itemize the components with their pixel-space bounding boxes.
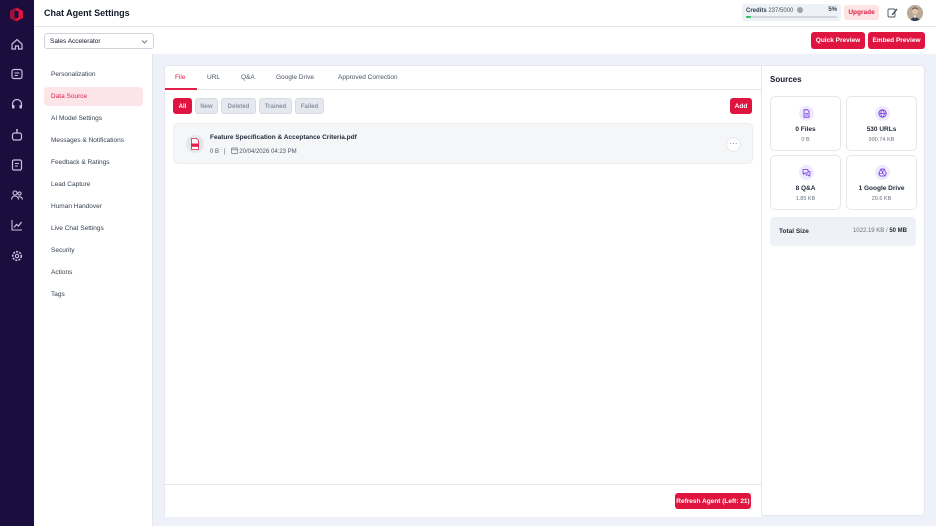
chat-bubbles-icon bbox=[799, 165, 814, 180]
analytics-icon[interactable] bbox=[10, 218, 24, 232]
tab-file[interactable]: File bbox=[175, 74, 185, 81]
source-card-files-size: 0 B bbox=[801, 137, 810, 143]
filter-trained[interactable]: Trained bbox=[259, 98, 292, 114]
nav-item-ai-model-settings[interactable]: AI Model Settings bbox=[44, 109, 143, 128]
credits-value: 237/5000 bbox=[768, 8, 794, 14]
credits-progress-track bbox=[746, 16, 837, 18]
filter-failed[interactable]: Failed bbox=[295, 98, 324, 114]
total-size-used: 1022.19 KB bbox=[852, 228, 885, 234]
filter-all[interactable]: All bbox=[173, 98, 192, 114]
source-card-urls-title: 530 URLs bbox=[866, 126, 897, 133]
pdf-file-icon bbox=[186, 135, 204, 153]
credits-percent: 5% bbox=[828, 7, 837, 13]
nav-item-security[interactable]: Security bbox=[44, 241, 143, 260]
add-source-button[interactable]: Add bbox=[730, 98, 752, 114]
credits-label: Credits bbox=[746, 8, 767, 14]
filter-new[interactable]: New bbox=[195, 98, 218, 114]
credits-meter: Credits 237/5000 5% bbox=[742, 4, 841, 21]
source-card-files: 0 Files 0 B bbox=[770, 96, 841, 151]
agent-select[interactable]: Sales Accelerator bbox=[44, 33, 154, 49]
settings-gear-icon[interactable] bbox=[10, 249, 24, 263]
source-card-google-drive-title: 1 Google Drive bbox=[858, 185, 905, 192]
source-card-files-title: 0 Files bbox=[795, 126, 816, 133]
nav-item-lead-capture[interactable]: Lead Capture bbox=[44, 175, 143, 194]
agent-toolbar: Sales Accelerator Quick Preview Embed Pr… bbox=[34, 27, 936, 54]
quick-preview-button[interactable]: Quick Preview bbox=[811, 32, 865, 49]
tab-approved-correction[interactable]: Approved Correction bbox=[338, 74, 398, 81]
inbox-icon[interactable] bbox=[10, 67, 24, 81]
agent-bot-icon[interactable] bbox=[10, 128, 24, 142]
agent-select-value: Sales Accelerator bbox=[50, 38, 101, 45]
tab-google-drive[interactable]: Google Drive bbox=[276, 74, 314, 81]
nav-item-actions[interactable]: Actions bbox=[44, 263, 143, 282]
users-icon[interactable] bbox=[10, 188, 24, 202]
more-options-icon[interactable]: ··· bbox=[726, 137, 741, 152]
nav-item-human-handover[interactable]: Human Handover bbox=[44, 197, 143, 216]
upgrade-button[interactable]: Upgrade bbox=[844, 5, 879, 20]
source-card-urls: 530 URLs 990.74 KB bbox=[846, 96, 917, 151]
file-list-item[interactable]: Feature Specification & Acceptance Crite… bbox=[173, 123, 753, 164]
data-source-panel: File URL Q&A Google Drive Approved Corre… bbox=[164, 65, 762, 517]
source-card-urls-size: 990.74 KB bbox=[868, 137, 895, 143]
calendar-icon bbox=[230, 147, 238, 154]
source-card-qa-size: 1.85 KB bbox=[795, 196, 816, 202]
nav-item-feedback-ratings[interactable]: Feedback & Ratings bbox=[44, 153, 143, 172]
total-size-row: Total Size 1022.19 KB / 50 MB bbox=[770, 217, 916, 246]
source-tabs: File URL Q&A Google Drive Approved Corre… bbox=[165, 66, 762, 90]
nav-item-live-chat-settings[interactable]: Live Chat Settings bbox=[44, 219, 143, 238]
user-avatar[interactable] bbox=[907, 5, 923, 21]
sources-title: Sources bbox=[770, 75, 802, 84]
google-drive-icon bbox=[875, 165, 890, 180]
app-logo-icon bbox=[10, 7, 23, 22]
tab-url[interactable]: URL bbox=[207, 74, 220, 81]
file-meta-separator: | bbox=[224, 149, 226, 155]
file-date: 20/04/2026 04:23 PM bbox=[239, 149, 297, 155]
source-card-qa-title: 8 Q&A bbox=[795, 185, 816, 192]
settings-nav: Personalization Data Source AI Model Set… bbox=[34, 54, 153, 526]
file-icon bbox=[799, 106, 814, 121]
avatar-photo-icon bbox=[907, 5, 923, 21]
file-size: 0 B bbox=[210, 149, 220, 155]
panel-footer: Refresh Agent (Left: 21) bbox=[165, 484, 762, 517]
globe-icon bbox=[875, 106, 890, 121]
source-card-google-drive: 1 Google Drive 29.6 KB bbox=[846, 155, 917, 210]
nav-item-messages-notifications[interactable]: Messages & Notifications bbox=[44, 131, 143, 150]
page-title: Chat Agent Settings bbox=[44, 8, 130, 18]
credits-progress-fill bbox=[746, 16, 751, 18]
tab-qa[interactable]: Q&A bbox=[241, 74, 255, 81]
sources-panel: Sources 0 Files 0 B 530 URLs 990.74 KB 8… bbox=[761, 65, 925, 516]
total-size-label: Total Size bbox=[779, 228, 809, 235]
app-rail bbox=[0, 0, 34, 526]
nav-item-personalization[interactable]: Personalization bbox=[44, 65, 143, 84]
source-card-google-drive-size: 29.6 KB bbox=[871, 196, 892, 202]
headset-icon[interactable] bbox=[10, 97, 24, 111]
knowledge-book-icon[interactable] bbox=[10, 158, 24, 172]
nav-item-data-source[interactable]: Data Source bbox=[44, 87, 143, 106]
refresh-agent-button[interactable]: Refresh Agent (Left: 21) bbox=[675, 493, 751, 509]
top-bar: Chat Agent Settings Credits 237/5000 5% … bbox=[34, 0, 936, 27]
filter-deleted[interactable]: Deleted bbox=[221, 98, 256, 114]
total-size-limit: 50 MB bbox=[889, 228, 907, 234]
embed-preview-button[interactable]: Embed Preview bbox=[868, 32, 925, 49]
nav-item-tags[interactable]: Tags bbox=[44, 285, 143, 304]
info-icon[interactable] bbox=[797, 7, 804, 13]
source-card-qa: 8 Q&A 1.85 KB bbox=[770, 155, 841, 210]
edit-icon[interactable] bbox=[887, 7, 898, 18]
total-size-value: 1022.19 KB / 50 MB bbox=[853, 228, 907, 234]
active-tab-indicator bbox=[165, 88, 197, 90]
file-meta: 0 B | 20/04/2026 04:23 PM bbox=[210, 147, 297, 155]
file-name: Feature Specification & Acceptance Crite… bbox=[210, 134, 357, 141]
credits-label-group: Credits 237/5000 bbox=[746, 7, 804, 14]
chevron-down-icon bbox=[141, 40, 148, 44]
home-icon[interactable] bbox=[10, 37, 24, 51]
